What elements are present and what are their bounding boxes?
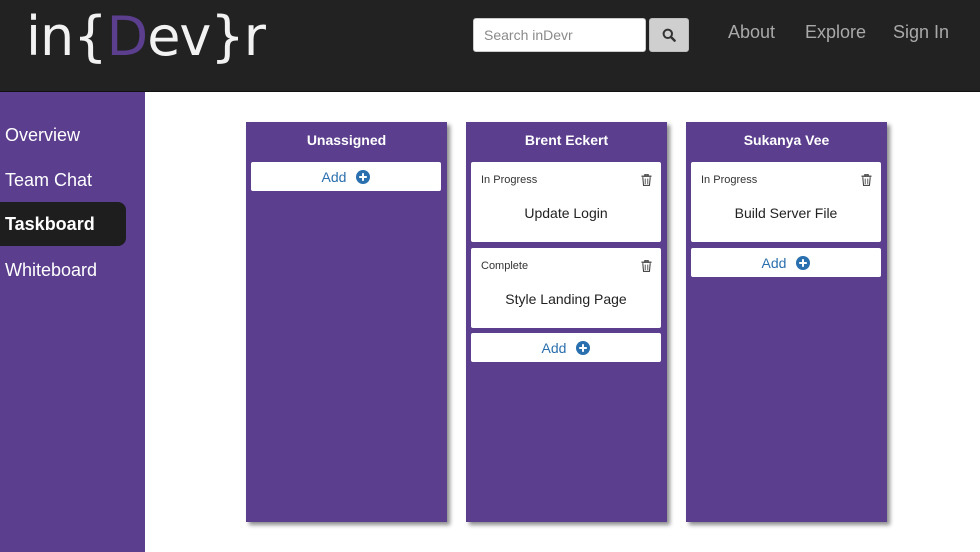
column-title: Unassigned (306, 132, 387, 148)
board-column-sukanya-vee: Sukanya Vee In Progress Build Server Fil… (686, 122, 887, 522)
add-label: Add (321, 168, 347, 185)
logo[interactable]: in{Dev}r (26, 4, 266, 74)
search-button[interactable] (649, 18, 689, 52)
task-status: In Progress (701, 174, 758, 186)
task-card[interactable]: In Progress Build Server File (691, 162, 881, 242)
add-task-button[interactable]: Add (471, 333, 661, 362)
plus-circle-icon (576, 340, 591, 355)
add-task-button[interactable]: Add (691, 248, 881, 277)
sidebar-item-taskboard[interactable]: Taskboard (0, 202, 126, 246)
logo-suffix: ev}r (147, 5, 266, 68)
trash-icon[interactable] (861, 174, 872, 186)
nav-explore[interactable]: Explore (805, 22, 866, 43)
task-card[interactable]: Complete Style Landing Page (471, 248, 661, 328)
logo-prefix: in{ (26, 5, 108, 68)
task-title: Build Server File (734, 205, 838, 221)
nav-about[interactable]: About (728, 22, 775, 43)
task-card[interactable]: In Progress Update Login (471, 162, 661, 242)
plus-circle-icon (796, 255, 811, 270)
add-label: Add (761, 254, 787, 271)
trash-icon[interactable] (641, 260, 652, 272)
task-status: Complete (481, 260, 529, 272)
task-title: Style Landing Page (505, 291, 627, 307)
sidebar: Overview Team Chat Taskboard Whiteboard (0, 92, 145, 552)
task-title: Update Login (524, 205, 608, 221)
column-title: Sukanya Vee (743, 132, 830, 148)
logo-accent: D (106, 5, 149, 68)
nav-sign-in[interactable]: Sign In (893, 22, 949, 43)
sidebar-item-whiteboard[interactable]: Whiteboard (0, 248, 126, 292)
trash-icon[interactable] (641, 174, 652, 186)
search-input[interactable] (473, 18, 646, 52)
sidebar-item-overview[interactable]: Overview (0, 113, 126, 157)
column-title: Brent Eckert (524, 132, 609, 148)
board-column-unassigned: Unassigned Add (246, 122, 447, 522)
sidebar-item-team-chat[interactable]: Team Chat (0, 158, 126, 202)
add-label: Add (541, 339, 567, 356)
task-status: In Progress (481, 174, 538, 186)
plus-circle-icon (356, 169, 371, 184)
top-header: in{Dev}r About Explore Sign In (0, 0, 980, 92)
board-column-brent-eckert: Brent Eckert In Progress Update Login Co… (466, 122, 667, 522)
search-icon (662, 28, 676, 42)
add-task-button[interactable]: Add (251, 162, 441, 191)
